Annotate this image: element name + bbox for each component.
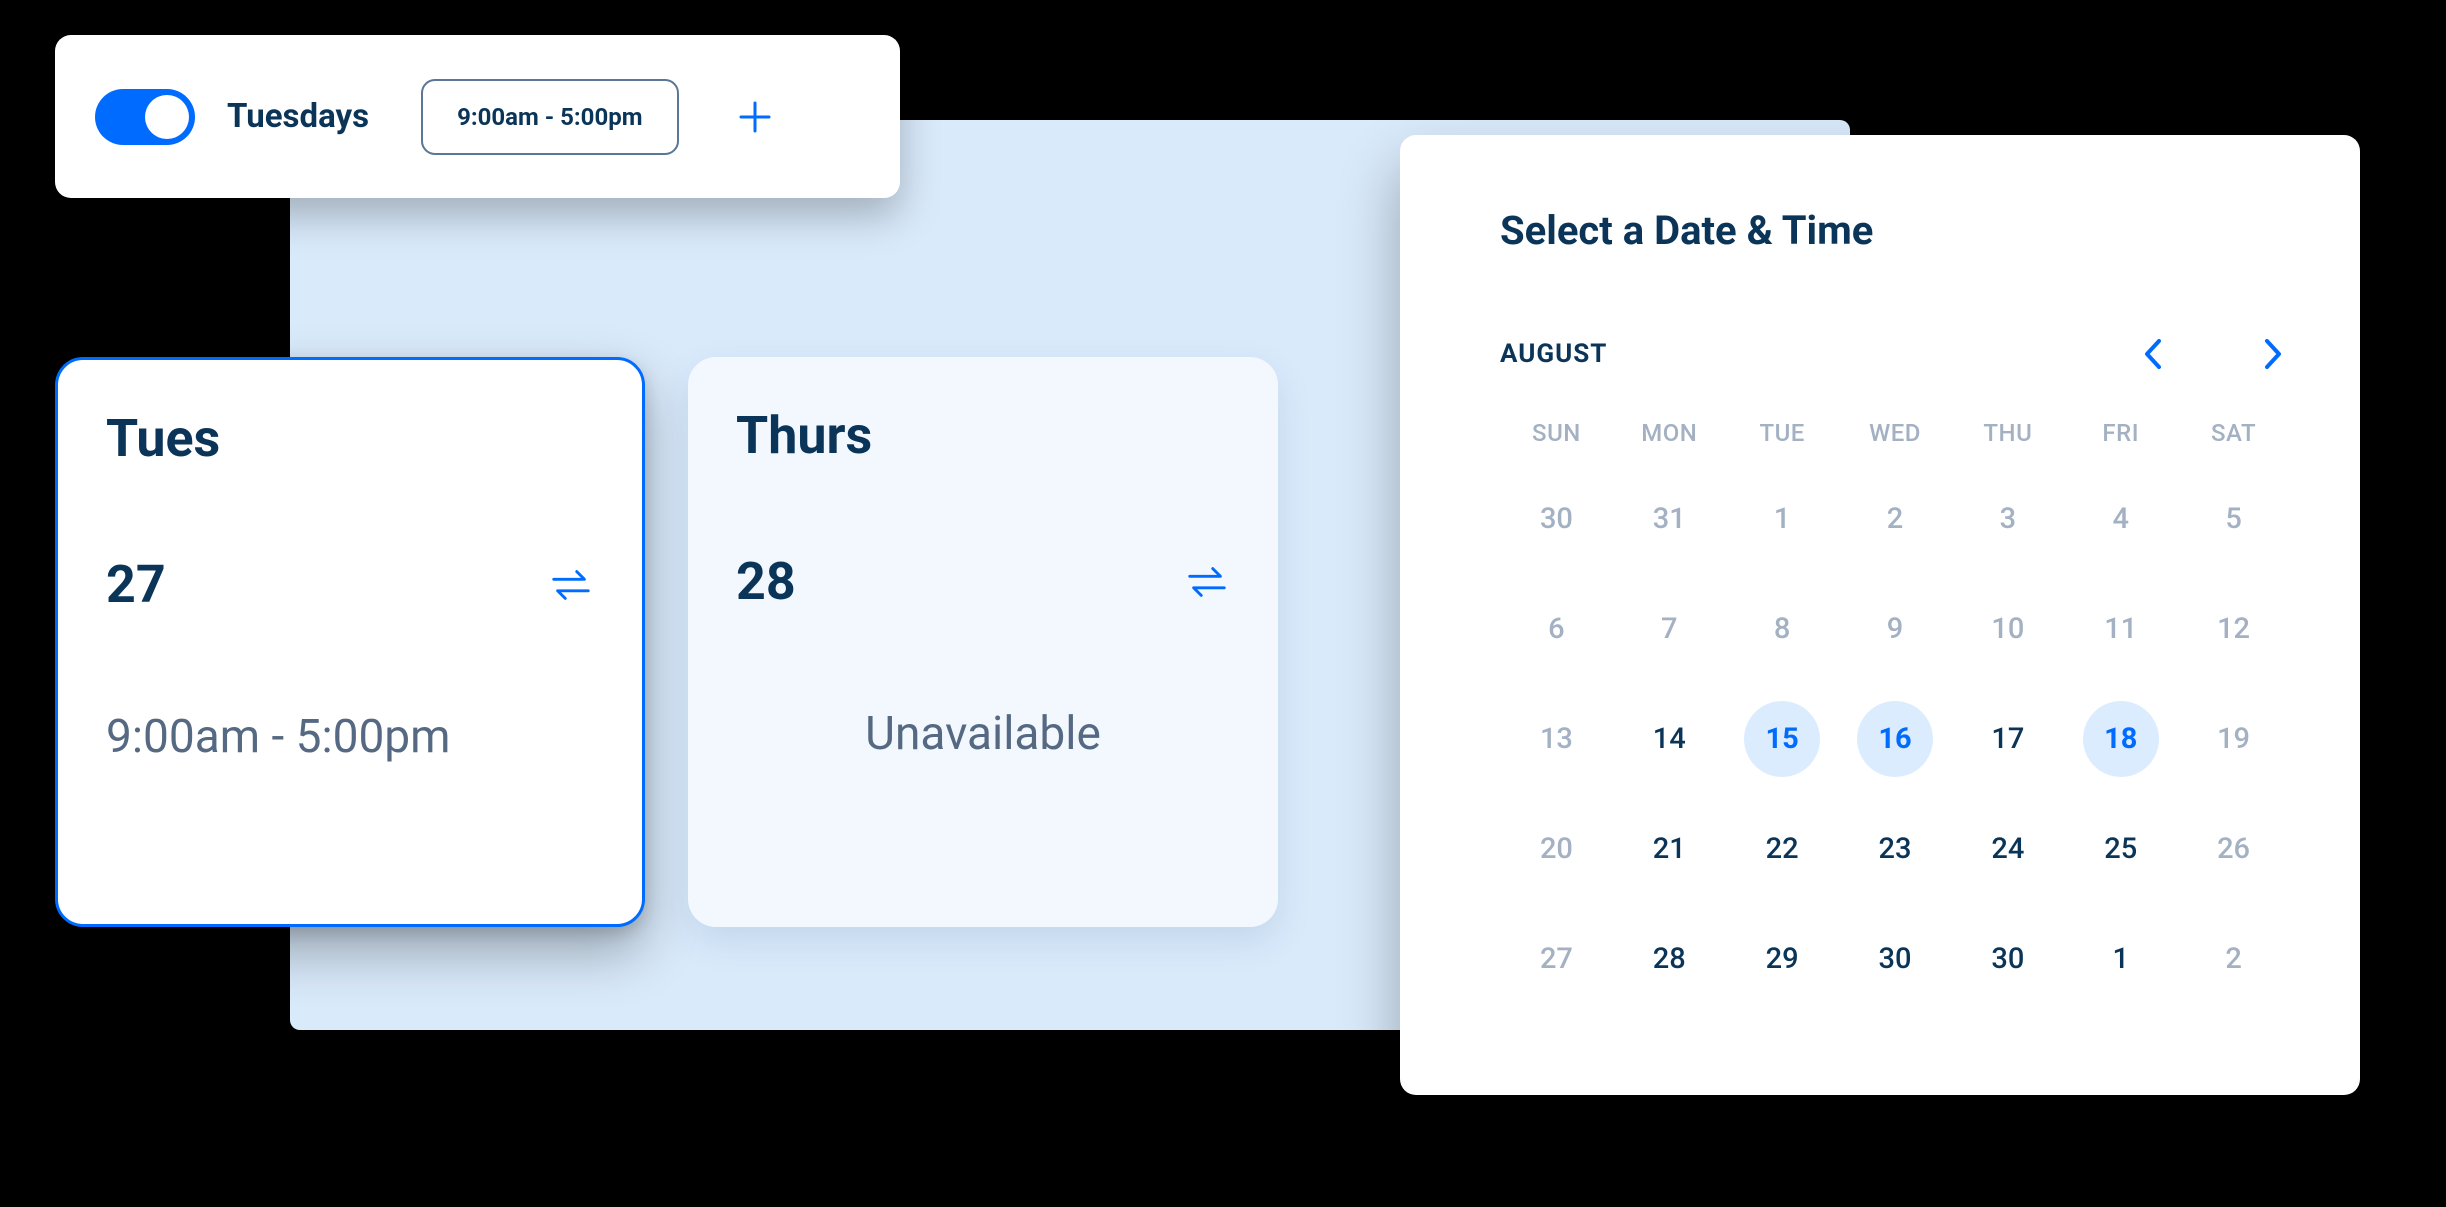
calendar-dow: TUE (1726, 419, 1839, 447)
calendar-day[interactable]: 30 (1857, 921, 1933, 997)
day-card-thurs[interactable]: Thurs 28 Unavailable (688, 357, 1278, 927)
calendar-day[interactable]: 3 (1970, 481, 2046, 557)
day-availability: Unavailable (736, 707, 1230, 761)
calendar-day[interactable]: 18 (2083, 701, 2159, 777)
calendar-day[interactable]: 21 (1631, 811, 1707, 887)
calendar-day[interactable]: 26 (2196, 811, 2272, 887)
calendar-next-button[interactable] (2258, 339, 2288, 369)
calendar-day[interactable]: 16 (1857, 701, 1933, 777)
availability-toggle-card: Tuesdays 9:00am - 5:00pm (55, 35, 900, 198)
calendar-day[interactable]: 1 (2083, 921, 2159, 997)
calendar-day[interactable]: 1 (1744, 481, 1820, 557)
calendar-day[interactable]: 4 (2083, 481, 2159, 557)
calendar-card: Select a Date & Time AUGUST SUNMONTUEWED… (1400, 135, 2360, 1095)
calendar-day[interactable]: 12 (2196, 591, 2272, 667)
day-toggle-label: Tuesdays (227, 97, 369, 136)
chevron-right-icon (2262, 337, 2284, 371)
day-toggle[interactable] (95, 89, 195, 145)
repeat-icon (548, 567, 594, 603)
calendar-day[interactable]: 7 (1631, 591, 1707, 667)
day-name: Tues (106, 408, 594, 469)
calendar-day[interactable]: 2 (1857, 481, 1933, 557)
day-name: Thurs (736, 405, 1230, 466)
day-availability: 9:00am - 5:00pm (106, 710, 594, 764)
calendar-day[interactable]: 19 (2196, 701, 2272, 777)
calendar-day[interactable]: 2 (2196, 921, 2272, 997)
calendar-day[interactable]: 14 (1631, 701, 1707, 777)
calendar-day[interactable]: 9 (1857, 591, 1933, 667)
add-time-range-button[interactable] (735, 97, 775, 137)
calendar-dow: MON (1613, 419, 1726, 447)
chevron-left-icon (2142, 337, 2164, 371)
day-number: 28 (736, 551, 796, 612)
calendar-day[interactable]: 28 (1631, 921, 1707, 997)
calendar-day[interactable]: 25 (2083, 811, 2159, 887)
time-range-field[interactable]: 9:00am - 5:00pm (421, 79, 678, 155)
calendar-day[interactable]: 31 (1631, 481, 1707, 557)
calendar-day[interactable]: 22 (1744, 811, 1820, 887)
calendar-day[interactable]: 30 (1518, 481, 1594, 557)
calendar-prev-button[interactable] (2138, 339, 2168, 369)
calendar-title: Select a Date & Time (1500, 207, 2288, 254)
calendar-nav (2138, 339, 2288, 369)
calendar-day[interactable]: 23 (1857, 811, 1933, 887)
calendar-day[interactable]: 10 (1970, 591, 2046, 667)
calendar-dow: SUN (1500, 419, 1613, 447)
calendar-day[interactable]: 24 (1970, 811, 2046, 887)
calendar-day[interactable]: 13 (1518, 701, 1594, 777)
calendar-day[interactable]: 5 (2196, 481, 2272, 557)
plus-icon (737, 99, 773, 135)
calendar-header: AUGUST (1500, 339, 2288, 369)
calendar-day[interactable]: 27 (1518, 921, 1594, 997)
calendar-day[interactable]: 30 (1970, 921, 2046, 997)
calendar-day[interactable]: 29 (1744, 921, 1820, 997)
calendar-dow: WED (1839, 419, 1952, 447)
day-number-row: 27 (106, 554, 594, 615)
day-number: 27 (106, 554, 166, 615)
calendar-day[interactable]: 20 (1518, 811, 1594, 887)
calendar-grid: SUNMONTUEWEDTHUFRISAT3031123456789101112… (1500, 419, 2290, 997)
calendar-dow: SAT (2177, 419, 2290, 447)
repeat-icon (1184, 564, 1230, 600)
calendar-dow: THU (1951, 419, 2064, 447)
toggle-knob (145, 95, 189, 139)
day-card-tues[interactable]: Tues 27 9:00am - 5:00pm (55, 357, 645, 927)
day-number-row: 28 (736, 551, 1230, 612)
calendar-month: AUGUST (1500, 339, 1607, 369)
calendar-day[interactable]: 8 (1744, 591, 1820, 667)
calendar-day[interactable]: 15 (1744, 701, 1820, 777)
calendar-day[interactable]: 17 (1970, 701, 2046, 777)
calendar-day[interactable]: 11 (2083, 591, 2159, 667)
calendar-day[interactable]: 6 (1518, 591, 1594, 667)
calendar-dow: FRI (2064, 419, 2177, 447)
